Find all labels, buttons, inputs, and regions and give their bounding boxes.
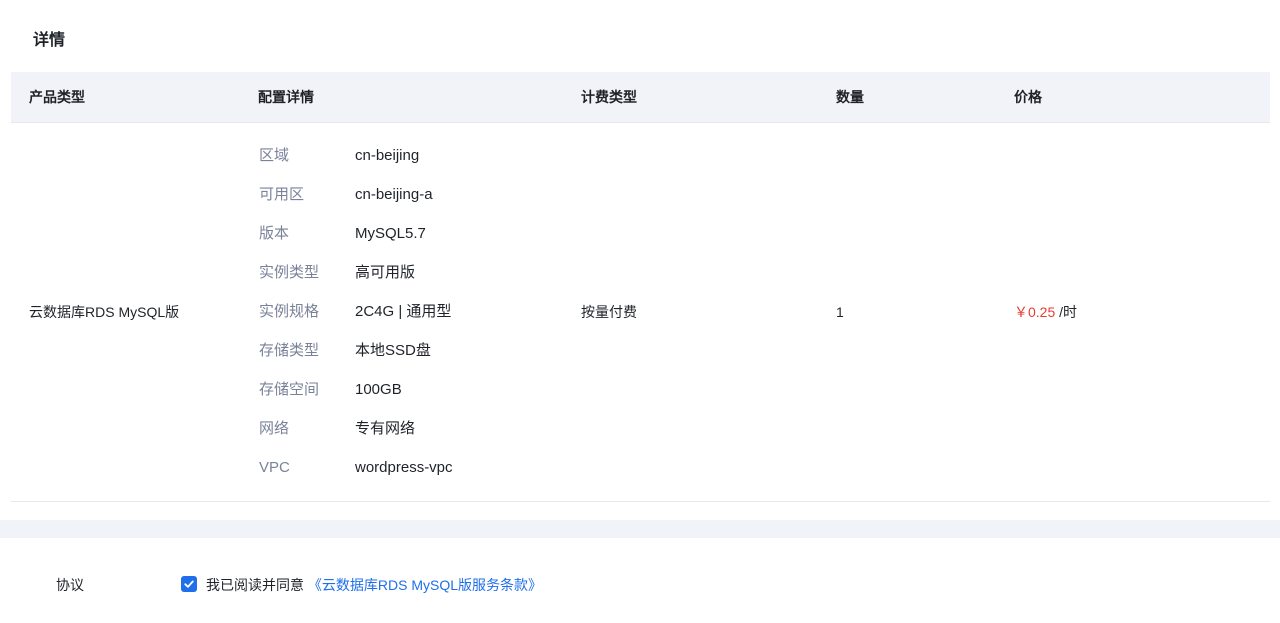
agreement-text: 我已阅读并同意 《云数据库RDS MySQL版服务条款》 [206,575,542,595]
quantity-value: 1 [836,304,844,320]
config-item: 可用区 cn-beijing-a [259,185,519,224]
agreement-statement: 我已阅读并同意 [206,577,304,593]
table-row: 云数据库RDS MySQL版 区域 cn-beijing 可用区 cn-beij… [11,123,1270,502]
config-item: 区域 cn-beijing [259,146,519,185]
config-value: MySQL5.7 [355,225,426,242]
check-icon [184,580,194,588]
config-value: 专有网络 [355,420,416,437]
header-config: 配置详情 [258,89,314,105]
config-value: 高可用版 [355,264,416,281]
agreement-checkbox[interactable] [181,576,197,592]
config-item: 网络 专有网络 [259,419,519,458]
config-item: 实例规格 2C4G | 通用型 [259,302,519,341]
config-value: 本地SSD盘 [355,342,431,359]
config-key: VPC [259,459,290,476]
config-key: 版本 [259,225,290,242]
config-item: VPC wordpress-vpc [259,458,519,497]
section-title: 详情 [33,32,66,49]
config-item: 存储类型 本地SSD盘 [259,341,519,380]
product-name: 云数据库RDS MySQL版 [29,304,180,320]
config-key: 实例规格 [259,303,320,320]
price-cell: ￥0.25 /时 [1014,302,1077,322]
header-price: 价格 [1014,89,1042,105]
config-item: 实例类型 高可用版 [259,263,519,302]
config-key: 实例类型 [259,264,320,281]
header-billing: 计费类型 [581,89,637,105]
config-value: 2C4G | 通用型 [355,303,452,320]
header-product-type: 产品类型 [29,89,85,105]
config-value: wordpress-vpc [355,459,453,476]
config-key: 可用区 [259,186,305,203]
header-quantity: 数量 [836,89,864,105]
price-unit: /时 [1059,304,1078,320]
config-item: 存储空间 100GB [259,380,519,419]
config-list: 区域 cn-beijing 可用区 cn-beijing-a 版本 MySQL5… [259,146,519,497]
order-detail-table: 产品类型 配置详情 计费类型 数量 价格 云数据库RDS MySQL版 区域 c… [11,72,1270,502]
config-key: 区域 [259,147,290,164]
section-divider [0,520,1280,538]
billing-type: 按量付费 [581,304,637,320]
agreement-label: 协议 [56,577,84,593]
config-item: 版本 MySQL5.7 [259,224,519,263]
config-value: 100GB [355,381,402,398]
config-key: 存储类型 [259,342,320,359]
terms-link[interactable]: 《云数据库RDS MySQL版服务条款》 [308,577,542,593]
config-value: cn-beijing-a [355,186,433,203]
config-key: 网络 [259,420,290,437]
config-value: cn-beijing [355,147,420,164]
config-key: 存储空间 [259,381,320,398]
table-header: 产品类型 配置详情 计费类型 数量 价格 [11,72,1270,123]
price-amount: ￥0.25 [1014,304,1056,320]
